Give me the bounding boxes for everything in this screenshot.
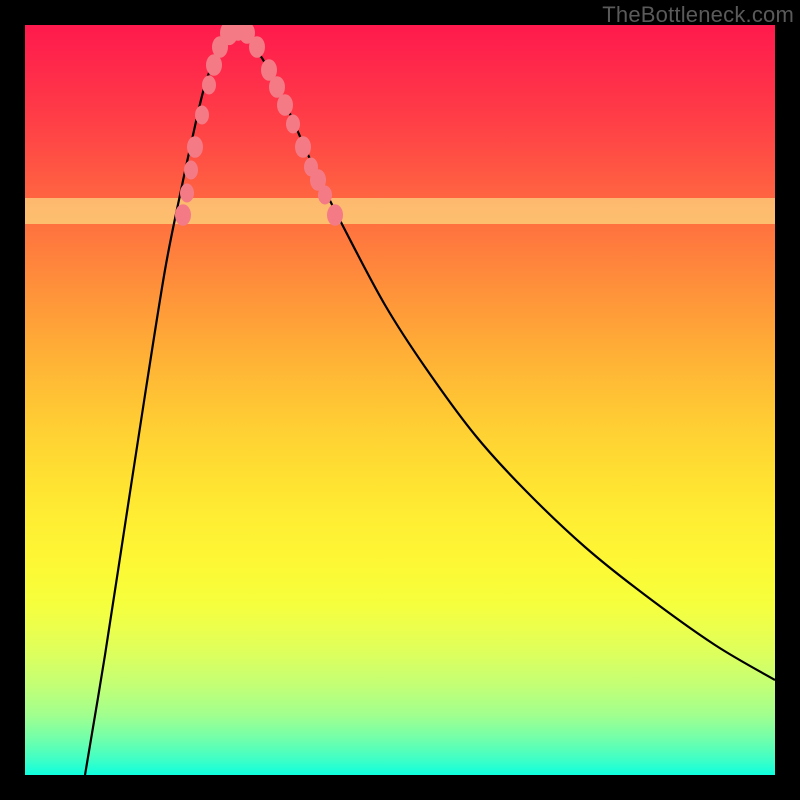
- curve-marker: [184, 161, 198, 180]
- curve-marker: [318, 186, 332, 205]
- curve-markers: [175, 25, 343, 226]
- curve-marker: [195, 106, 209, 125]
- curve-marker: [180, 184, 194, 203]
- curve-svg: [25, 25, 775, 775]
- curve-marker: [277, 94, 293, 116]
- curve-marker: [327, 204, 343, 226]
- watermark-text: TheBottleneck.com: [602, 2, 794, 28]
- curve-marker: [295, 136, 311, 158]
- curve-marker: [175, 204, 191, 226]
- curve-marker: [187, 136, 203, 158]
- curve-marker: [249, 36, 265, 58]
- curve-marker: [202, 76, 216, 95]
- curve-marker: [269, 76, 285, 98]
- chart-plot-area: [25, 25, 775, 775]
- curve-marker: [286, 115, 300, 134]
